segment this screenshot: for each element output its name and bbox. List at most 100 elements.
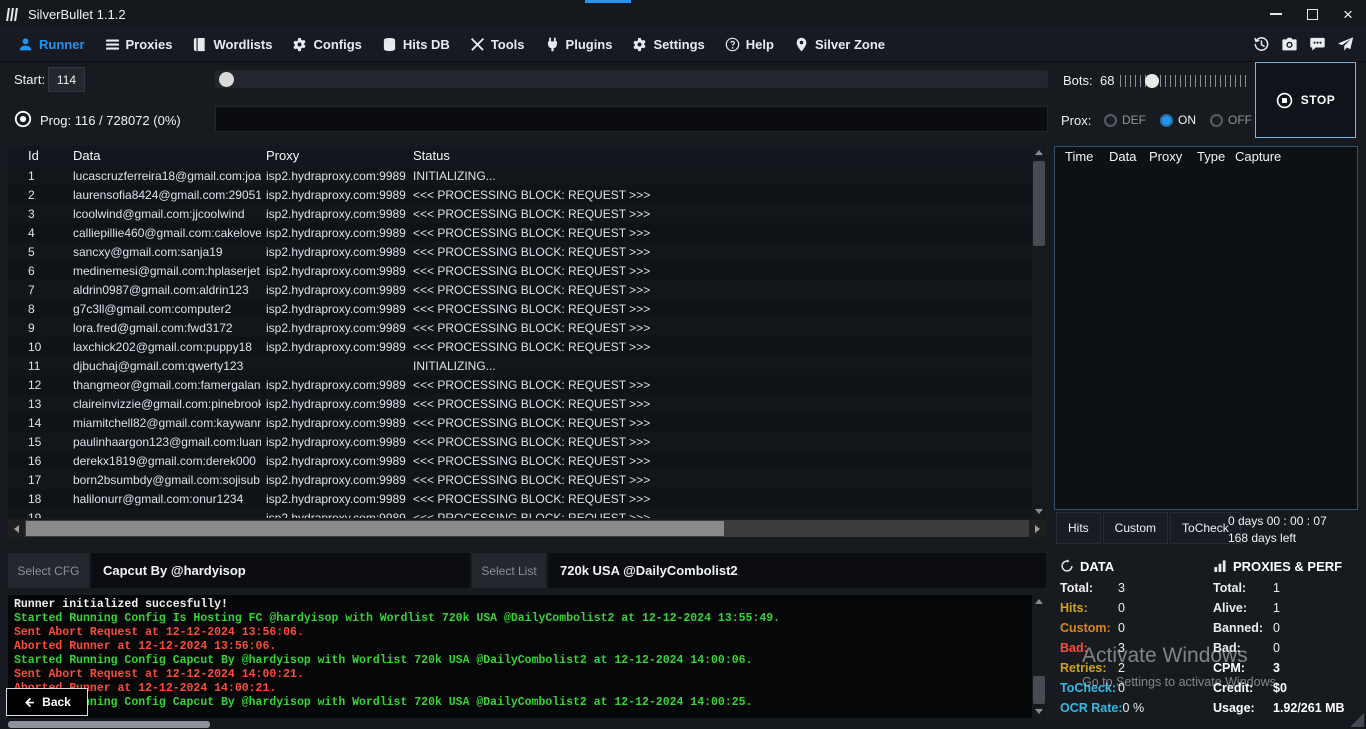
nav-item[interactable]: Runner: [8, 28, 95, 62]
table-row[interactable]: 12 thangmeor@gmail.com:famergalan isp2.h…: [8, 375, 1032, 394]
scroll-right-icon[interactable]: [1029, 520, 1046, 537]
log-console[interactable]: Runner initialized succesfully! Started …: [8, 595, 1046, 718]
select-cfg-button[interactable]: Select CFG: [8, 553, 89, 588]
nav-item[interactable]: Silver Zone: [784, 28, 895, 62]
wordlist-name-field[interactable]: 720k USA @DailyCombolist2: [548, 553, 1046, 588]
bots-slider[interactable]: [1120, 71, 1246, 91]
table-row[interactable]: 16 derekx1819@gmail.com:derek000 isp2.hy…: [8, 451, 1032, 470]
cell-id: 3: [28, 207, 64, 221]
cell-status: <<< PROCESSING BLOCK: REQUEST >>>: [413, 302, 1028, 316]
select-list-button[interactable]: Select List: [472, 553, 546, 588]
history-icon[interactable]: [1253, 36, 1270, 53]
scrollbar-thumb[interactable]: [1033, 161, 1045, 246]
radio-label: OFF: [1228, 113, 1252, 127]
nav-item[interactable]: Hits DB: [372, 28, 460, 62]
scroll-left-icon[interactable]: [8, 520, 25, 537]
cell-id: 10: [28, 340, 64, 354]
col-time[interactable]: Time: [1065, 149, 1093, 164]
cell-status: <<< PROCESSING BLOCK: REQUEST >>>: [413, 416, 1028, 430]
chat-icon[interactable]: [1309, 36, 1326, 53]
cell-status: <<< PROCESSING BLOCK: REQUEST >>>: [413, 473, 1028, 487]
telegram-icon[interactable]: [1337, 36, 1354, 53]
scroll-down-icon[interactable]: [1032, 705, 1046, 718]
col-proxy[interactable]: Proxy: [266, 148, 299, 163]
scroll-up-icon[interactable]: [1032, 146, 1046, 159]
prox-radio[interactable]: ON: [1160, 113, 1196, 127]
cell-id: 14: [28, 416, 64, 430]
col-proxy[interactable]: Proxy: [1149, 149, 1182, 164]
start-position-slider[interactable]: [215, 70, 1048, 88]
scroll-down-icon[interactable]: [1032, 505, 1046, 518]
nav-item[interactable]: Proxies: [95, 28, 183, 62]
camera-icon[interactable]: [1281, 36, 1298, 53]
app-window: SilverBullet 1.1.2 × Runner Proxies: [0, 0, 1366, 729]
table-row[interactable]: 7 aldrin0987@gmail.com:aldrin123 isp2.hy…: [8, 280, 1032, 299]
cell-proxy: isp2.hydraproxy.com:9989: [266, 435, 408, 449]
cell-id: 13: [28, 397, 64, 411]
log-hscrollbar-thumb[interactable]: [8, 721, 210, 728]
nav-item[interactable]: Configs: [282, 28, 371, 62]
table-row[interactable]: 5 sancxy@gmail.com:sanja19 isp2.hydrapro…: [8, 242, 1032, 261]
scroll-up-icon[interactable]: [1032, 595, 1046, 608]
scrollbar-thumb[interactable]: [1033, 676, 1045, 704]
nav-item[interactable]: Settings: [622, 28, 714, 62]
log-line: Started Running Config Is Hosting FC @ha…: [14, 612, 1040, 626]
table-row[interactable]: 3 lcoolwind@gmail.com:jjcoolwind isp2.hy…: [8, 204, 1032, 223]
minimize-icon[interactable]: [1258, 0, 1294, 28]
cell-data: halilonurr@gmail.com:onur1234: [73, 492, 261, 506]
table-row[interactable]: 15 paulinhaargon123@gmail.com:luan isp2.…: [8, 432, 1032, 451]
stat-label: OCR Rate:: [1060, 701, 1123, 715]
resize-grip[interactable]: [1350, 713, 1364, 727]
table-row[interactable]: 17 born2bsumbdy@gmail.com:sojisub isp2.h…: [8, 470, 1032, 489]
target-icon: [14, 110, 32, 128]
table-row[interactable]: 6 medinemesi@gmail.com:hplaserjet isp2.h…: [8, 261, 1032, 280]
table-row[interactable]: 10 laxchick202@gmail.com:puppy18 isp2.hy…: [8, 337, 1032, 356]
bots-value: 68: [1100, 73, 1114, 88]
table-row[interactable]: 8 g7c3ll@gmail.com:computer2 isp2.hydrap…: [8, 299, 1032, 318]
nav-item[interactable]: Wordlists: [182, 28, 282, 62]
table-row[interactable]: 14 miamitchell82@gmail.com:kaywann isp2.…: [8, 413, 1032, 432]
nav-item-label: Hits DB: [403, 37, 450, 52]
col-type[interactable]: Type: [1197, 149, 1225, 164]
prox-radio[interactable]: OFF: [1210, 113, 1252, 127]
col-id[interactable]: Id: [28, 148, 39, 163]
table-row[interactable]: 2 laurensofia8424@gmail.com:290512 isp2.…: [8, 185, 1032, 204]
table-row[interactable]: 18 halilonurr@gmail.com:onur1234 isp2.hy…: [8, 489, 1032, 508]
maximize-icon[interactable]: [1294, 0, 1330, 28]
nav-item[interactable]: Tools: [460, 28, 535, 62]
data-stats-panel: DATA Total: 3 Hits: 0 Custom: 0: [1060, 556, 1210, 718]
cell-proxy: isp2.hydraproxy.com:9989: [266, 321, 408, 335]
col-status[interactable]: Status: [413, 148, 450, 163]
col-capture[interactable]: Capture: [1235, 149, 1281, 164]
table-row[interactable]: 1 lucascruzferreira18@gmail.com:joac isp…: [8, 166, 1032, 185]
tab[interactable]: Hits: [1056, 512, 1101, 544]
prox-radio[interactable]: DEF: [1104, 113, 1146, 127]
slider-thumb[interactable]: [219, 72, 234, 87]
table-row[interactable]: 11 djbuchaj@gmail.com:qwerty123 INITIALI…: [8, 356, 1032, 375]
stat-label: Bad:: [1213, 641, 1273, 655]
data-stats-rows: Total: 3 Hits: 0 Custom: 0 Bad: 3: [1060, 578, 1210, 718]
nav-item[interactable]: Help: [715, 28, 784, 62]
hscrollbar-thumb[interactable]: [26, 521, 724, 536]
stop-button[interactable]: STOP: [1255, 62, 1356, 138]
table-row[interactable]: 4 calliepillie460@gmail.com:cakelover is…: [8, 223, 1032, 242]
bots-slider-thumb[interactable]: [1145, 74, 1159, 88]
jobs-horizontal-scrollbar[interactable]: [8, 520, 1046, 537]
nav-item[interactable]: Plugins: [535, 28, 623, 62]
log-vertical-scrollbar[interactable]: [1032, 595, 1046, 718]
close-icon[interactable]: ×: [1330, 0, 1366, 28]
cell-id: 5: [28, 245, 64, 259]
cell-id: 2: [28, 188, 64, 202]
jobs-vertical-scrollbar[interactable]: [1032, 146, 1046, 518]
start-input[interactable]: [48, 67, 85, 92]
col-data[interactable]: Data: [1109, 149, 1136, 164]
table-row[interactable]: 19 isp2.hydraproxy.com:9989 <<< PROCESSI…: [8, 508, 1032, 518]
config-name-field[interactable]: Capcut By @hardyisop: [91, 553, 470, 588]
tab[interactable]: Custom: [1103, 512, 1168, 544]
table-row[interactable]: 13 claireinvizzie@gmail.com:pinebrook is…: [8, 394, 1032, 413]
table-row[interactable]: 9 lora.fred@gmail.com:fwd3172 isp2.hydra…: [8, 318, 1032, 337]
col-data[interactable]: Data: [73, 148, 100, 163]
back-button[interactable]: Back: [6, 688, 88, 716]
gear-icon: [632, 37, 647, 52]
cell-data: derekx1819@gmail.com:derek000: [73, 454, 261, 468]
